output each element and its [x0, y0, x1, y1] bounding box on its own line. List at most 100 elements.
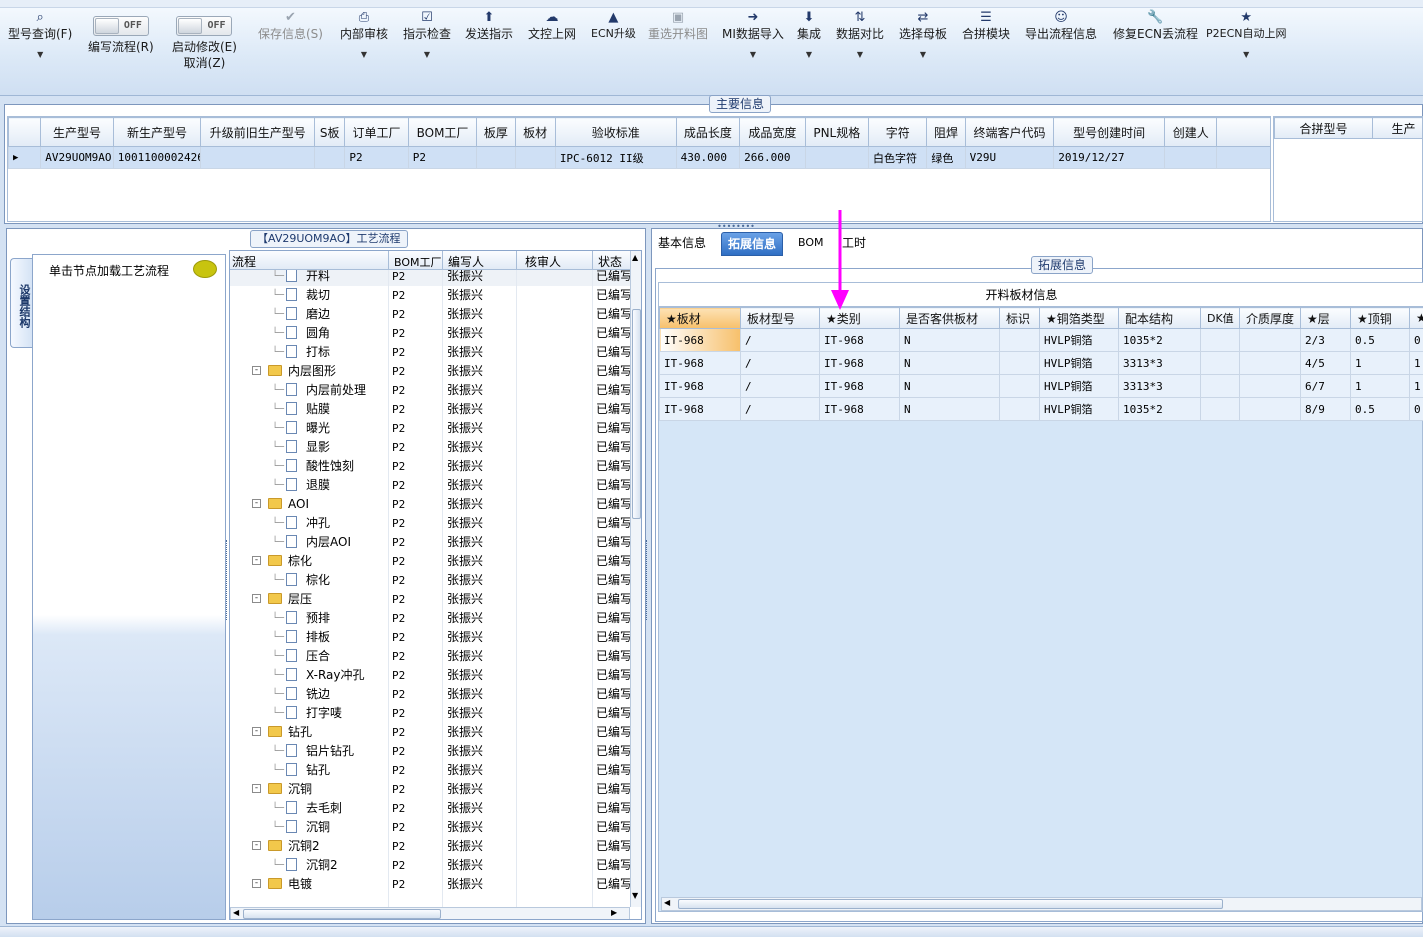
column-header[interactable]: 板厚 [476, 117, 516, 147]
model-query-button[interactable]: ⌕ 型号查询(F) ▼ [8, 10, 72, 62]
table-cell[interactable]: 1 [1350, 374, 1410, 398]
scroll-thumb[interactable] [678, 899, 1223, 909]
column-header[interactable]: 编写人 [448, 253, 484, 270]
dropdown-arrow-icon[interactable]: ▼ [836, 48, 884, 62]
table-cell[interactable] [1216, 146, 1270, 169]
table-row[interactable]: IT-968/IT-968 N HVLP铜箔 3313*3 4/5 1 1 [659, 351, 1423, 375]
column-header[interactable]: 字符 [867, 117, 928, 147]
column-header[interactable]: 标识 [999, 307, 1040, 329]
table-cell[interactable]: HVLP铜箔 [1039, 328, 1119, 352]
internal-review-button[interactable]: ⎙ 内部审核 ▼ [340, 10, 388, 62]
table-cell[interactable]: 3313*3 [1118, 351, 1201, 375]
table-cell[interactable]: 1035*2 [1118, 397, 1201, 421]
save-info-button[interactable]: ✔ 保存信息(S) [258, 10, 323, 42]
table-row[interactable]: IT-968/IT-968NHVLP铜箔1035*28/90.50. [659, 397, 1423, 421]
tree-row[interactable]: └─ 铝片钻孔 P2 张振兴 已编写 [230, 742, 630, 761]
table-cell[interactable] [1239, 397, 1301, 421]
table-cell[interactable]: V29U [964, 146, 1055, 169]
table-cell[interactable]: 2/3 [1300, 328, 1351, 352]
column-header[interactable]: 板材型号 [740, 307, 820, 329]
tree-row[interactable]: └─ 排板 P2 张振兴 已编写 [230, 628, 630, 647]
mi-data-import-button[interactable]: ➜ MI数据导入 ▼ [722, 10, 784, 62]
tree-row[interactable]: └─ 打标 P2 张振兴 已编写 [230, 343, 630, 362]
tree-row[interactable]: └─ 贴膜 P2 张振兴 已编写 [230, 400, 630, 419]
table-cell[interactable]: 2019/12/27 [1053, 146, 1166, 169]
tree-row[interactable]: └─ 圆角 P2 张振兴 已编写 [230, 324, 630, 343]
table-cell[interactable]: IPC-6012 II级 [554, 146, 677, 169]
repair-ecn-flow-button[interactable]: 🔧 修复ECN丢流程 [1113, 10, 1198, 42]
tab-extended-info[interactable]: 拓展信息 [721, 232, 784, 256]
scroll-down-icon[interactable]: ▼ [632, 891, 638, 900]
table-cell[interactable] [999, 397, 1040, 421]
table-cell[interactable]: AV29UOM9AO [40, 146, 114, 169]
tree-row[interactable]: └─ 开料 P2 张振兴 已编写 [230, 270, 630, 286]
table-row[interactable]: ▶ AV29UOM9AO 10011000024269 P2 P2 IPC-60… [8, 146, 1270, 169]
scroll-left-icon[interactable]: ◀ [233, 908, 239, 917]
table-cell[interactable]: / [740, 397, 820, 421]
table-cell[interactable]: 4/5 [1300, 351, 1351, 375]
speech-bubble-icon[interactable] [193, 260, 217, 278]
dropdown-arrow-icon[interactable]: ▼ [8, 48, 72, 62]
doc-control-online-button[interactable]: ☁ 文控上网 [528, 10, 576, 42]
p2ecn-auto-online-button[interactable]: ★ P2ECN自动上网 ▼ [1206, 10, 1287, 62]
tree-row[interactable]: - 沉铜2 P2 张振兴 已编写 [230, 837, 630, 856]
table-cell[interactable]: IT-968 [659, 374, 741, 398]
splitter-grip-vertical[interactable] [646, 540, 649, 620]
column-header[interactable]: ★板材 [659, 307, 741, 329]
table-cell[interactable]: 1 [1409, 374, 1423, 398]
cancel-label[interactable]: 取消(Z) [172, 55, 237, 71]
tree-row[interactable]: └─ 打字唛 P2 张振兴 已编写 [230, 704, 630, 723]
table-cell[interactable]: IT-968 [819, 374, 900, 398]
dropdown-arrow-icon[interactable]: ▼ [899, 48, 947, 62]
table-cell[interactable]: 0.5 [1350, 328, 1410, 352]
table-cell[interactable] [200, 146, 316, 169]
column-header[interactable]: 阻焊 [926, 117, 966, 147]
table-cell[interactable] [1239, 328, 1301, 352]
horizontal-scrollbar[interactable]: ◀ [661, 897, 1422, 911]
table-cell[interactable]: HVLP铜箔 [1039, 397, 1119, 421]
table-cell[interactable]: 0. [1409, 328, 1423, 352]
tree-row[interactable]: └─ 退膜 P2 张振兴 已编写 [230, 476, 630, 495]
export-flow-info-button[interactable]: ☺ 导出流程信息 [1025, 10, 1097, 42]
load-hint-text[interactable]: 单击节点加载工艺流程 [49, 262, 169, 279]
dropdown-arrow-icon[interactable]: ▼ [1206, 48, 1287, 62]
tree-row[interactable]: └─ 曝光 P2 张振兴 已编写 [230, 419, 630, 438]
table-cell[interactable] [999, 351, 1040, 375]
column-header[interactable]: ★顶铜 [1350, 307, 1410, 329]
scroll-left-icon[interactable]: ◀ [664, 898, 670, 907]
dropdown-arrow-icon[interactable]: ▼ [797, 48, 821, 62]
table-cell[interactable]: / [740, 374, 820, 398]
column-header[interactable]: ★铜箔类型 [1039, 307, 1119, 329]
table-cell[interactable]: IT-968 [819, 397, 900, 421]
column-header[interactable]: 新生产型号 [112, 117, 202, 147]
table-cell[interactable] [476, 146, 516, 169]
table-cell[interactable]: 1035*2 [1118, 328, 1201, 352]
integrate-button[interactable]: ⬇ 集成 ▼ [797, 10, 821, 62]
table-cell[interactable]: / [740, 351, 820, 375]
tree-row[interactable]: └─ X-Ray冲孔 P2 张振兴 已编写 [230, 666, 630, 685]
write-flow-toggle[interactable]: OFF 编写流程(R) [88, 16, 154, 55]
tree-row[interactable]: └─ 沉铜2 P2 张振兴 已编写 [230, 856, 630, 875]
table-cell[interactable]: N [899, 397, 1000, 421]
table-row[interactable]: IT-968/IT-968NHVLP铜箔1035*22/30.50. [659, 328, 1423, 352]
column-header[interactable]: 配本结构 [1118, 307, 1201, 329]
table-cell[interactable]: N [899, 374, 1000, 398]
dropdown-arrow-icon[interactable]: ▼ [403, 48, 451, 62]
horizontal-scrollbar[interactable]: ◀ ▶ [230, 907, 630, 919]
table-cell[interactable]: 6/7 [1300, 374, 1351, 398]
tree-row[interactable]: └─ 冲孔 P2 张振兴 已编写 [230, 514, 630, 533]
toggle-switch[interactable]: OFF [92, 16, 149, 36]
column-header[interactable]: 是否客供板材 [899, 307, 1000, 329]
table-cell[interactable] [1239, 374, 1301, 398]
column-header[interactable]: 升级前旧生产型号 [200, 117, 316, 147]
dropdown-arrow-icon[interactable]: ▼ [340, 48, 388, 62]
column-header[interactable]: PNL规格 [804, 117, 870, 147]
tree-row[interactable]: └─ 沉铜 P2 张振兴 已编写 [230, 818, 630, 837]
table-cell[interactable]: 8/9 [1300, 397, 1351, 421]
tree-row[interactable]: └─ 内层AOI P2 张振兴 已编写 [230, 533, 630, 552]
table-cell[interactable] [514, 146, 556, 169]
table-cell[interactable] [999, 374, 1040, 398]
column-header[interactable]: 验收标准 [554, 117, 677, 147]
merge-module-button[interactable]: ☰ 合拼模块 [962, 10, 1010, 42]
side-tab-structure[interactable]: 设置结构 [10, 258, 32, 348]
